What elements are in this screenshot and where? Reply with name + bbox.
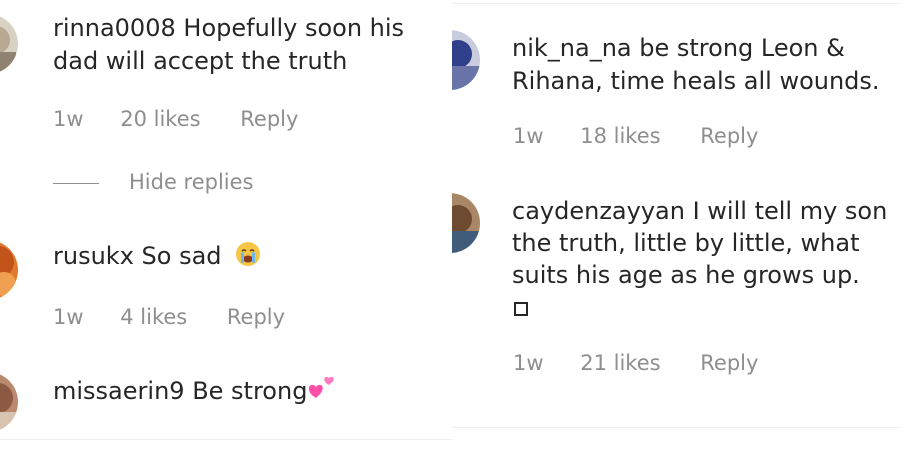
comment-body: Be strong bbox=[192, 377, 308, 405]
avatar-photo-icon bbox=[0, 14, 18, 74]
comment-meta: 1w 4 likes Reply bbox=[53, 305, 285, 329]
hide-replies-divider bbox=[53, 182, 99, 184]
avatar[interactable] bbox=[0, 240, 18, 300]
comment-time: 1w bbox=[513, 351, 544, 375]
avatar[interactable] bbox=[452, 30, 480, 90]
avatar[interactable] bbox=[452, 193, 480, 253]
comment-body: Rihana, time heals all wounds. bbox=[512, 67, 880, 95]
comment-body: Hopefully soon his bbox=[183, 14, 405, 42]
comment-meta: 1w 21 likes Reply bbox=[513, 351, 758, 375]
two-hearts-emoji-icon bbox=[307, 374, 337, 410]
comment-body: I will tell my son bbox=[692, 197, 888, 225]
comment-text: rusukx So sad bbox=[53, 241, 261, 275]
comment-username[interactable]: rusukx bbox=[53, 242, 134, 270]
reply-button[interactable]: Reply bbox=[700, 124, 758, 148]
hide-replies-button[interactable]: Hide replies bbox=[53, 170, 254, 194]
comment-text: rinna0008 Hopefully soon his bbox=[53, 13, 404, 44]
avatar-photo-icon bbox=[452, 30, 480, 90]
comment-text-line-4 bbox=[514, 292, 528, 323]
reply-button[interactable]: Reply bbox=[240, 107, 298, 131]
comment-text: nik_na_na be strong Leon & bbox=[512, 33, 845, 64]
comment-likes[interactable]: 21 likes bbox=[580, 351, 660, 375]
comment-likes[interactable]: 4 likes bbox=[120, 305, 187, 329]
left-comments-panel: rinna0008 Hopefully soon his dad will ac… bbox=[0, 0, 452, 450]
avatar[interactable] bbox=[0, 14, 18, 74]
avatar[interactable] bbox=[0, 372, 18, 432]
comment-text-line-2: Rihana, time heals all wounds. bbox=[512, 66, 880, 97]
comment-text-line-2: dad will accept the truth bbox=[53, 46, 347, 77]
comment-time: 1w bbox=[513, 124, 544, 148]
comment-text-line-2: the truth, little by little, what bbox=[512, 228, 859, 259]
comment-likes[interactable]: 20 likes bbox=[120, 107, 200, 131]
comment-username[interactable]: missaerin9 bbox=[53, 377, 185, 405]
right-comments-panel: nik_na_na be strong Leon & Rihana, time … bbox=[452, 0, 900, 450]
missing-glyph-icon bbox=[514, 302, 528, 316]
comment-username[interactable]: rinna0008 bbox=[53, 14, 176, 42]
avatar-photo-icon bbox=[0, 240, 18, 300]
comment-meta: 1w 18 likes Reply bbox=[513, 124, 758, 148]
reply-button[interactable]: Reply bbox=[227, 305, 285, 329]
comment-text: caydenzayyan I will tell my son bbox=[512, 196, 887, 227]
reply-button[interactable]: Reply bbox=[700, 351, 758, 375]
comment-body: suits his age as he grows up. bbox=[512, 261, 860, 289]
hide-replies-label: Hide replies bbox=[129, 170, 254, 194]
avatar-photo-icon bbox=[452, 193, 480, 253]
comment-body: So sad bbox=[141, 242, 222, 270]
comment-likes[interactable]: 18 likes bbox=[580, 124, 660, 148]
comment-text: missaerin9 Be strong bbox=[53, 374, 337, 410]
comment-time: 1w bbox=[53, 107, 84, 131]
comment-text-line-3: suits his age as he grows up. bbox=[512, 260, 860, 291]
comment-username[interactable]: caydenzayyan bbox=[512, 197, 685, 225]
comment-username[interactable]: nik_na_na bbox=[512, 34, 632, 62]
comment-body: dad will accept the truth bbox=[53, 47, 348, 75]
comment-body: the truth, little by little, what bbox=[512, 229, 860, 257]
avatar-photo-icon bbox=[0, 372, 18, 432]
comment-meta: 1w 20 likes Reply bbox=[53, 107, 298, 131]
crying-face-emoji-icon bbox=[235, 241, 261, 275]
comment-time: 1w bbox=[53, 305, 84, 329]
comment-body: be strong Leon & bbox=[639, 34, 845, 62]
